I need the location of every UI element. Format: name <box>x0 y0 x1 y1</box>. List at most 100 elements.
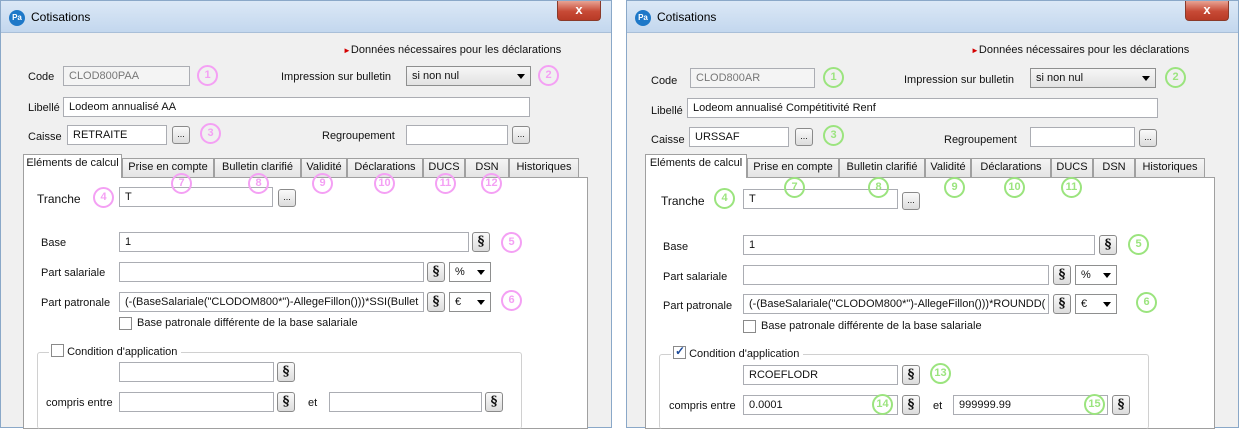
tab-validite[interactable]: Validité <box>925 158 971 177</box>
code-label: Code <box>28 71 55 83</box>
tab-bulletin-clarifie[interactable]: Bulletin clarifié <box>839 158 925 177</box>
part-patronale-unit-select[interactable]: € <box>1075 294 1117 314</box>
marker-4: 4 <box>714 188 735 209</box>
base-patronale-diff-checkbox[interactable] <box>119 317 132 330</box>
chevron-down-icon <box>1103 273 1111 278</box>
part-patronale-field[interactable]: (-(BaseSalariale("CLODOM800*")-AllegeFil… <box>119 292 424 312</box>
compris-max-formula-button[interactable]: § <box>1112 395 1130 415</box>
marker-6: 6 <box>1136 292 1157 313</box>
condition-formula-button[interactable]: § <box>902 365 920 385</box>
part-patronale-unit: € <box>1081 298 1088 310</box>
close-window-button[interactable]: x <box>1185 1 1229 21</box>
code-field[interactable]: CLOD800AR <box>690 68 815 88</box>
part-salariale-unit: % <box>1081 269 1091 281</box>
part-salariale-field[interactable] <box>119 262 424 282</box>
part-salariale-formula-button[interactable]: § <box>1053 265 1071 285</box>
marker-11: 11 <box>435 173 456 194</box>
base-formula-button[interactable]: § <box>1099 235 1117 255</box>
part-patronale-formula-button[interactable]: § <box>1053 294 1071 314</box>
caisse-field[interactable]: URSSAF <box>689 127 789 147</box>
marker-14: 14 <box>872 394 893 415</box>
tranche-browse-button[interactable]: ... <box>902 192 920 210</box>
condition-formula-button[interactable]: § <box>277 362 295 382</box>
marker-8: 8 <box>248 173 269 194</box>
marker-3: 3 <box>823 125 844 146</box>
declarations-link[interactable]: ►Données nécessaires pour les déclaratio… <box>343 44 561 56</box>
tab-elements-calcul[interactable]: Eléments de calcul <box>23 154 122 178</box>
part-patronale-label: Part patronale <box>663 300 733 312</box>
impression-label: Impression sur bulletin <box>281 71 392 83</box>
condition-checkbox[interactable] <box>51 344 64 357</box>
part-patronale-field[interactable]: (-(BaseSalariale("CLODOM800*")-AllegeFil… <box>743 294 1049 314</box>
marker-5: 5 <box>1128 234 1149 255</box>
condition-checkbox[interactable] <box>673 344 686 359</box>
marker-11: 11 <box>1061 177 1082 198</box>
regroupement-browse-button[interactable]: ... <box>1139 129 1157 147</box>
base-field[interactable]: 1 <box>119 232 469 252</box>
caisse-browse-button[interactable]: ... <box>172 126 190 144</box>
marker-7: 7 <box>784 177 805 198</box>
regroupement-field[interactable] <box>406 125 508 145</box>
tab-declarations[interactable]: Déclarations <box>971 158 1051 177</box>
tab-historiques[interactable]: Historiques <box>1135 158 1205 177</box>
libelle-field[interactable]: Lodeom annualisé AA <box>63 97 530 117</box>
tab-elements-calcul[interactable]: Eléments de calcul <box>645 154 747 178</box>
close-window-button[interactable]: x <box>557 1 601 21</box>
marker-3: 3 <box>200 123 221 144</box>
tab-dsn[interactable]: DSN <box>1093 158 1135 177</box>
marker-2: 2 <box>538 65 559 86</box>
base-patronale-diff-label: Base patronale différente de la base sal… <box>137 317 358 329</box>
declarations-link[interactable]: ►Données nécessaires pour les déclaratio… <box>971 44 1189 56</box>
base-formula-button[interactable]: § <box>472 232 490 252</box>
cotisations-window-right: Pa Cotisations x ►Données nécessaires po… <box>626 0 1239 429</box>
compris-min-formula-button[interactable]: § <box>277 392 295 412</box>
marker-10: 10 <box>374 173 395 194</box>
impression-value: si non nul <box>412 70 460 82</box>
part-salariale-label: Part salariale <box>663 271 728 283</box>
base-patronale-diff-checkbox[interactable] <box>743 320 756 333</box>
chevron-down-icon <box>477 270 485 275</box>
part-patronale-unit-select[interactable]: € <box>449 292 491 312</box>
declarations-link-label[interactable]: Données nécessaires pour les déclaration… <box>979 44 1189 56</box>
marker-12: 12 <box>481 173 502 194</box>
marker-6: 6 <box>501 290 522 311</box>
regroupement-browse-button[interactable]: ... <box>512 126 530 144</box>
caisse-browse-button[interactable]: ... <box>795 128 813 146</box>
condition-label: Condition d'application <box>689 348 800 360</box>
marker-9: 9 <box>312 173 333 194</box>
declarations-link-label[interactable]: Données nécessaires pour les déclaration… <box>351 44 561 56</box>
compris-min-field[interactable] <box>119 392 274 412</box>
code-field[interactable]: CLOD800PAA <box>63 66 190 86</box>
condition-field[interactable]: RCOEFLODR <box>743 365 898 385</box>
impression-select[interactable]: si non nul <box>1030 68 1156 88</box>
part-salariale-formula-button[interactable]: § <box>427 262 445 282</box>
tab-ducs[interactable]: DUCS <box>1051 158 1093 177</box>
title-bar: Pa Cotisations x <box>1 1 611 33</box>
part-salariale-unit-select[interactable]: % <box>449 262 491 282</box>
caisse-field[interactable]: RETRAITE <box>67 125 167 145</box>
base-field[interactable]: 1 <box>743 235 1095 255</box>
marker-15: 15 <box>1084 394 1105 415</box>
cotisations-window-left: Pa Cotisations x ►Données nécessaires po… <box>0 0 612 429</box>
base-label: Base <box>41 237 67 249</box>
part-salariale-unit-select[interactable]: % <box>1075 265 1117 285</box>
part-patronale-label: Part patronale <box>41 297 111 309</box>
marker-13: 13 <box>930 363 951 384</box>
et-label: et <box>308 397 318 409</box>
tab-prise-en-compte[interactable]: Prise en compte <box>747 158 839 177</box>
tranche-label: Tranche <box>661 194 705 208</box>
compris-max-formula-button[interactable]: § <box>485 392 503 412</box>
compris-max-field[interactable] <box>329 392 482 412</box>
regroupement-field[interactable] <box>1030 127 1135 147</box>
part-salariale-field[interactable] <box>743 265 1049 285</box>
compris-min-formula-button[interactable]: § <box>902 395 920 415</box>
tab-historiques[interactable]: Historiques <box>509 158 579 177</box>
part-patronale-formula-button[interactable]: § <box>427 292 445 312</box>
compris-entre-label: compris entre <box>669 400 736 412</box>
tranche-browse-button[interactable]: ... <box>278 189 296 207</box>
condition-field[interactable] <box>119 362 274 382</box>
tab-prise-en-compte[interactable]: Prise en compte <box>122 158 214 177</box>
window-title: Cotisations <box>657 10 717 24</box>
libelle-field[interactable]: Lodeom annualisé Compétitivité Renf <box>687 98 1158 118</box>
impression-select[interactable]: si non nul <box>406 66 531 86</box>
